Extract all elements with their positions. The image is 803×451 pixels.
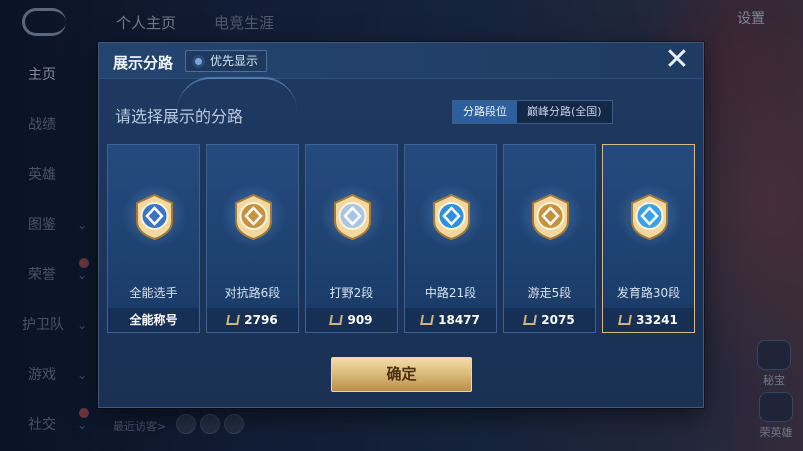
lane-card-value-text: 18477 xyxy=(438,313,480,327)
lane-tab-group: 分路段位 巅峰分路(全国) xyxy=(452,100,613,124)
lane-card-label: 全能选手 xyxy=(129,286,178,300)
lane-card-value-text: 全能称号 xyxy=(129,313,178,327)
lane-display-dialog: 展示分路 优先显示 ✕ 请选择展示的分路 分路段位 巅峰分路(全国) 全能选手全… xyxy=(98,42,704,408)
lane-card-label: 打野2段 xyxy=(329,286,374,300)
lane-badge-icon xyxy=(528,193,573,241)
lane-card-label: 发育路30段 xyxy=(616,286,681,300)
lane-card-value-text: 2075 xyxy=(541,313,575,327)
dialog-header: 展示分路 优先显示 ✕ xyxy=(99,43,703,79)
priority-display-button[interactable]: 优先显示 xyxy=(185,50,268,72)
dialog-subtitle: 请选择展示的分路 xyxy=(115,107,244,126)
lane-card-value-text: 33241 xyxy=(636,313,678,327)
tab-peak-lane[interactable]: 巅峰分路(全国) xyxy=(517,101,612,123)
lane-card[interactable]: 中路21段 18477 xyxy=(404,144,497,333)
lane-card-value: 18477 xyxy=(405,308,496,332)
lane-card-label: 游走5段 xyxy=(527,286,572,300)
rank-points-icon xyxy=(523,315,538,325)
dialog-title: 展示分路 xyxy=(113,54,174,72)
lane-badge-icon xyxy=(627,193,672,241)
rank-points-icon xyxy=(226,315,241,325)
lane-card-label: 对抗路6段 xyxy=(224,286,281,300)
priority-display-label: 优先显示 xyxy=(210,54,259,68)
lane-card[interactable]: 打野2段 909 xyxy=(305,144,398,333)
lane-card-value: 全能称号 xyxy=(108,308,199,332)
lane-badge-icon xyxy=(231,193,276,241)
lane-card-value-text: 2796 xyxy=(244,313,278,327)
lane-card[interactable]: 游走5段 2075 xyxy=(503,144,596,333)
lane-card[interactable]: 发育路30段 33241 xyxy=(602,144,695,333)
confirm-button[interactable]: 确定 xyxy=(331,357,472,392)
rank-points-icon xyxy=(420,315,435,325)
lane-card-value: 2796 xyxy=(207,308,298,332)
lane-badge-icon xyxy=(330,193,375,241)
rank-points-icon xyxy=(329,315,344,325)
lane-badge-icon xyxy=(429,193,474,241)
lane-card-label: 中路21段 xyxy=(424,286,477,300)
lane-card-value: 33241 xyxy=(603,308,694,332)
close-icon[interactable]: ✕ xyxy=(663,45,691,75)
lane-card[interactable]: 全能选手 全能称号 xyxy=(107,144,200,333)
tab-lane-rank[interactable]: 分路段位 xyxy=(453,101,517,123)
rank-points-icon xyxy=(618,315,633,325)
lane-card[interactable]: 对抗路6段 2796 xyxy=(206,144,299,333)
lane-card-value-text: 909 xyxy=(347,313,373,327)
lane-card-value: 909 xyxy=(306,308,397,332)
lane-card-value: 2075 xyxy=(504,308,595,332)
gear-icon xyxy=(192,55,205,68)
lane-badge-icon xyxy=(132,193,177,241)
lane-card-list: 全能选手 全能称号 对抗路6段 2796 打野2段 909 中路21段 18477 游走5段 20… xyxy=(107,144,697,333)
